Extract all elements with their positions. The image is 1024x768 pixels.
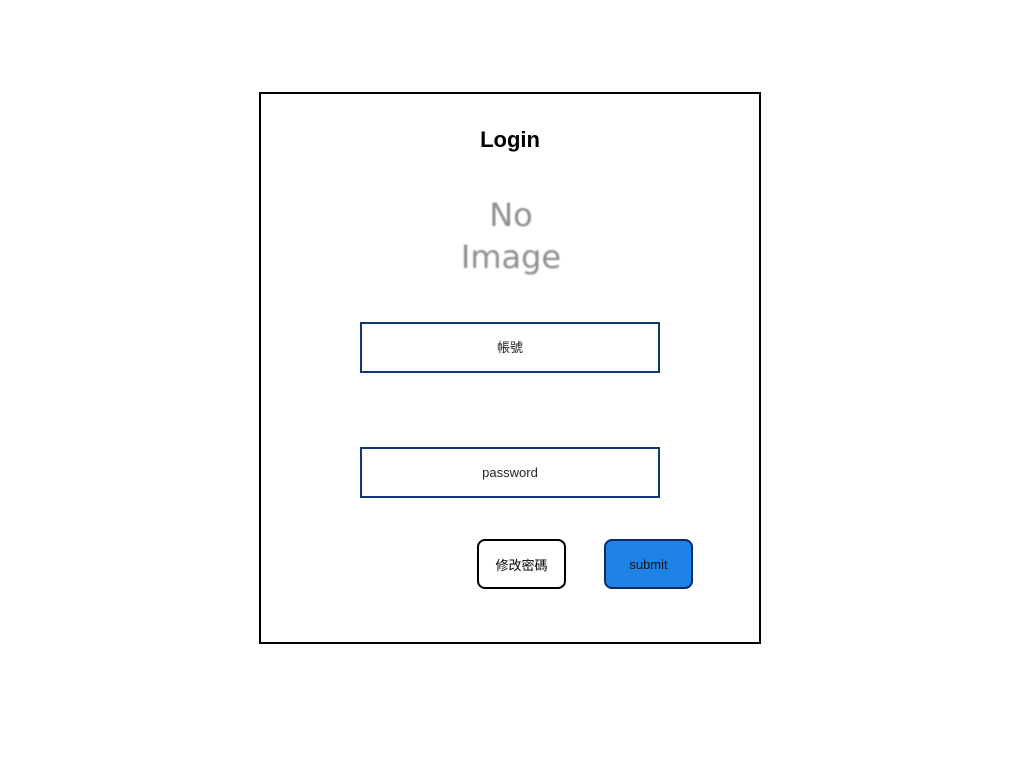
- password-input[interactable]: [362, 449, 658, 496]
- image-placeholder-line2: Image: [460, 238, 562, 276]
- image-placeholder: No Image: [435, 194, 587, 278]
- submit-button[interactable]: submit: [604, 539, 693, 589]
- image-placeholder-line1: No: [489, 196, 533, 234]
- account-field-box: [360, 322, 660, 373]
- password-field-box: [360, 447, 660, 498]
- login-panel: Login No Image 修改密碼 submit: [259, 92, 761, 644]
- change-password-button[interactable]: 修改密碼: [477, 539, 566, 589]
- login-title: Login: [480, 127, 540, 152]
- account-input[interactable]: [362, 324, 658, 371]
